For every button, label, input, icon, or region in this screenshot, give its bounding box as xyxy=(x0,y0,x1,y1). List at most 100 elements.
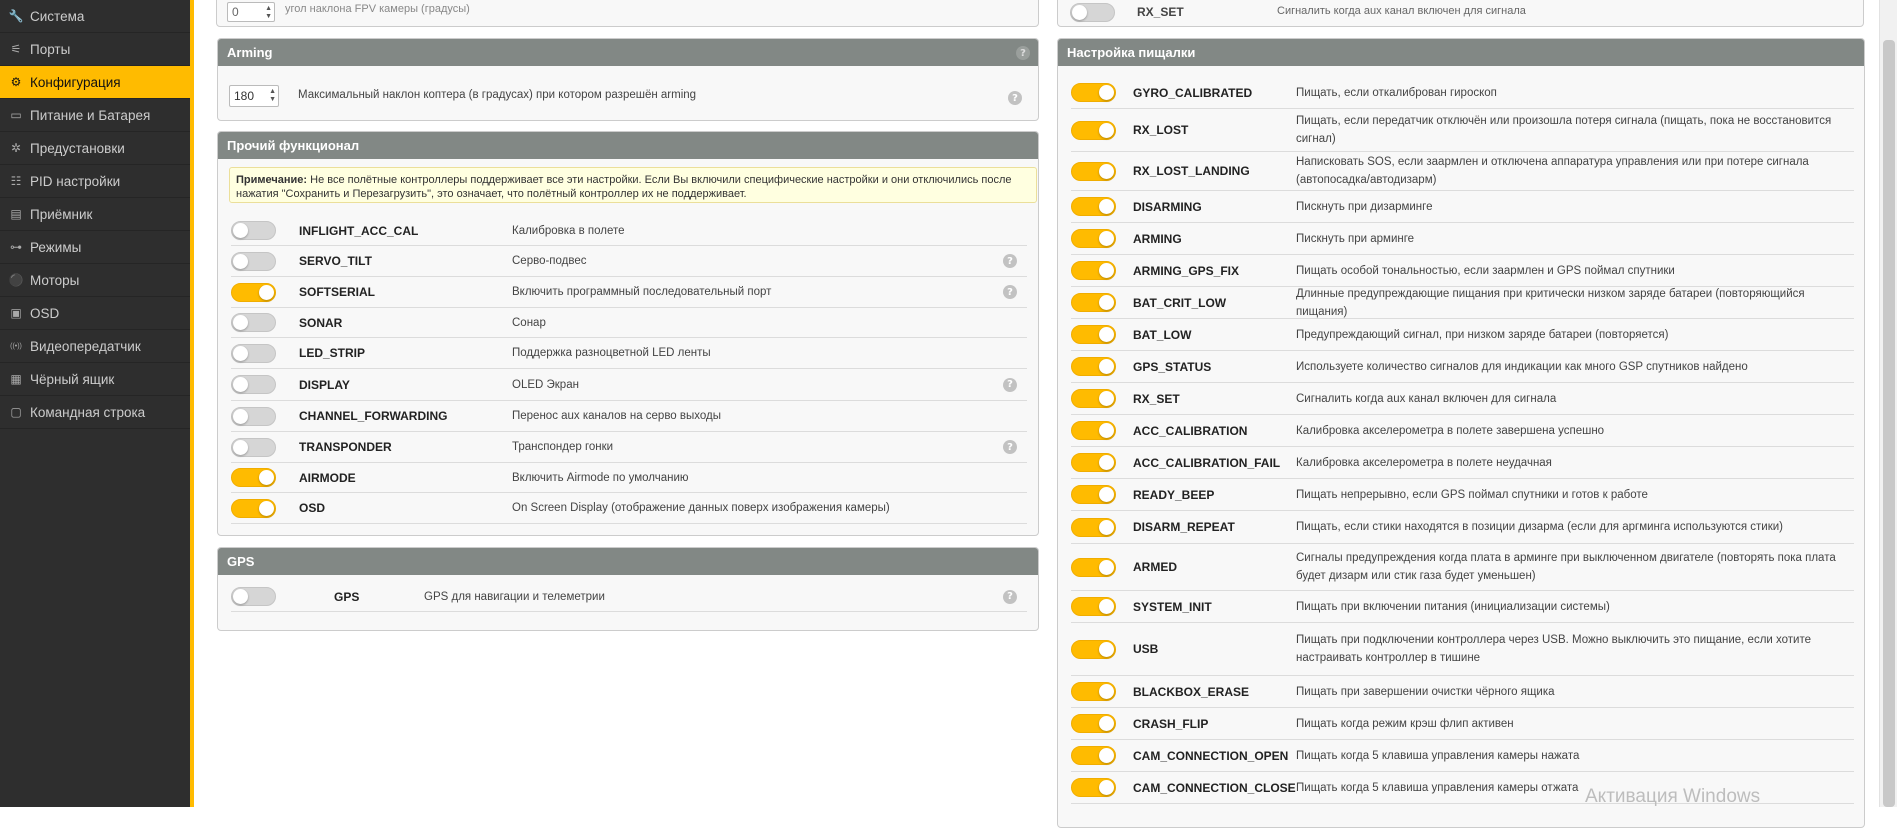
feature-row-led_strip: LED_STRIP Поддержка разноцветной LED лент… xyxy=(231,338,1027,369)
beeper-name: GPS_STATUS xyxy=(1133,359,1212,374)
beeper-toggle-crash_flip[interactable] xyxy=(1071,714,1116,733)
sidebar-item-label: Система xyxy=(30,8,85,24)
feature-toggle-sonar[interactable] xyxy=(231,313,276,332)
gps-name: GPS xyxy=(334,589,360,604)
beeper-name: BAT_CRIT_LOW xyxy=(1133,295,1227,310)
help-icon[interactable]: ? xyxy=(1003,440,1017,454)
sidebar-item-1[interactable]: ⚟ Порты xyxy=(0,33,190,66)
help-icon[interactable]: ? xyxy=(1003,254,1017,268)
feature-desc: Транспондер гонки xyxy=(512,441,614,453)
sidebar-item-2[interactable]: ⚙ Конфигурация xyxy=(0,66,190,99)
sidebar-item-label: Моторы xyxy=(30,272,80,288)
beeper-desc: Пищать непрерывно, если GPS поймал спутн… xyxy=(1296,488,1648,501)
beeper-toggle-cam_connection_open[interactable] xyxy=(1071,746,1116,765)
gps-toggle[interactable] xyxy=(231,587,276,606)
beeper-desc: Предупреждающий сигнал, при низком заряд… xyxy=(1296,328,1669,341)
help-icon[interactable]: ? xyxy=(1016,46,1030,60)
sidebar-item-6[interactable]: ▤ Приёмник xyxy=(0,198,190,231)
beeper-toggle-gps_status[interactable] xyxy=(1071,357,1116,376)
sidebar-item-8[interactable]: ⚫ Моторы xyxy=(0,264,190,297)
beeper-toggle-cam_connection_close[interactable] xyxy=(1071,778,1116,797)
beeper-toggle-rx_set[interactable] xyxy=(1071,389,1116,408)
beeper-toggle-acc_calibration[interactable] xyxy=(1071,421,1116,440)
rxset-cut-desc: Сигналить когда aux канал включен для си… xyxy=(1277,5,1526,17)
feature-name: SOFTSERIAL xyxy=(299,285,376,299)
beeper-row-arming_gps_fix: ARMING_GPS_FIX Пищать особой тональностью… xyxy=(1071,255,1854,287)
note-text: Не все полётные контроллеры поддерживает… xyxy=(236,174,1012,200)
feature-toggle-airmode[interactable] xyxy=(231,468,276,487)
beeper-desc: Сигналы предупреждения когда плата в арм… xyxy=(1296,552,1836,582)
sidebar-item-label: Чёрный ящик xyxy=(30,371,115,387)
page-scrollbar[interactable] xyxy=(1879,0,1897,807)
sidebar-item-12[interactable]: ▢ Командная строка xyxy=(0,396,190,429)
sidebar-item-11[interactable]: ▦ Чёрный ящик xyxy=(0,363,190,396)
feature-toggle-transponder[interactable] xyxy=(231,437,276,457)
beeper-panel: Настройка пищалки GYRO_CALIBRATED Пищать,… xyxy=(1057,38,1865,828)
sidebar-item-10[interactable]: ((•)) Видеопередатчик xyxy=(0,330,190,363)
beeper-toggle-ready_beep[interactable] xyxy=(1071,485,1116,504)
beeper-desc: Калибровка акселерометра в полете заверш… xyxy=(1296,424,1605,437)
beeper-toggle-system_init[interactable] xyxy=(1071,597,1116,616)
beeper-toggle-blackbox_erase[interactable] xyxy=(1071,682,1116,701)
beeper-desc: Пищать когда 5 клавиша управления камеры… xyxy=(1296,749,1580,762)
feature-row-servo_tilt: SERVO_TILT Серво-подвес? xyxy=(231,246,1027,277)
sidebar-item-5[interactable]: ☷ PID настройки xyxy=(0,165,190,198)
beeper-toggle-bat_crit_low[interactable] xyxy=(1071,293,1116,312)
feature-toggle-inflight_acc_cal[interactable] xyxy=(231,221,276,240)
sidebar-item-0[interactable]: 🔧 Система xyxy=(0,0,190,33)
beeper-title: Настройка пищалки xyxy=(1067,45,1196,60)
rxset-cut-toggle[interactable] xyxy=(1070,3,1115,22)
feature-row-sonar: SONAR Сонар xyxy=(231,308,1027,338)
feature-toggle-servo_tilt[interactable] xyxy=(231,251,276,271)
beeper-name: CRASH_FLIP xyxy=(1133,716,1209,731)
beeper-toggle-armed[interactable] xyxy=(1071,557,1116,577)
beeper-row-disarm_repeat: DISARM_REPEAT Пищать, если стики находятс… xyxy=(1071,511,1854,544)
beeper-toggle-rx_lost[interactable] xyxy=(1071,120,1116,140)
feature-toggle-channel_forwarding[interactable] xyxy=(231,406,276,426)
features-title: Прочий функционал xyxy=(227,138,360,153)
beeper-desc: Пищать при завершении очистки чёрного ящ… xyxy=(1296,685,1555,698)
sidebar-item-9[interactable]: ▣ OSD xyxy=(0,297,190,330)
help-icon[interactable]: ? xyxy=(1003,377,1017,392)
beeper-toggle-bat_low[interactable] xyxy=(1071,325,1116,344)
blackbox-icon: ▦ xyxy=(10,372,22,386)
sidebar-item-label: Конфигурация xyxy=(30,74,121,90)
sidebar-item-4[interactable]: ✲ Предустановки xyxy=(0,132,190,165)
help-icon[interactable]: ? xyxy=(1008,91,1022,105)
beeper-desc: Пискнуть при арминге xyxy=(1296,232,1415,245)
features-note: Примечание: Не все полётные контроллеры … xyxy=(229,167,1037,203)
help-icon[interactable]: ? xyxy=(1003,285,1017,299)
feature-toggle-led_strip[interactable] xyxy=(231,343,276,363)
sidebar-item-label: Приёмник xyxy=(30,206,93,222)
gps-panel-header: GPS xyxy=(218,548,1038,575)
beeper-toggle-arming_gps_fix[interactable] xyxy=(1071,261,1116,280)
feature-desc: Включить программный последовательный по… xyxy=(512,286,772,298)
feature-toggle-osd[interactable] xyxy=(231,498,276,518)
beeper-toggle-rx_lost_landing[interactable] xyxy=(1071,161,1116,181)
beeper-desc: Длинные предупреждающие пищания при крит… xyxy=(1296,287,1805,318)
beeper-toggle-disarm_repeat[interactable] xyxy=(1071,517,1116,537)
beeper-toggle-usb[interactable] xyxy=(1071,639,1116,659)
feature-row-osd: OSD On Screen Display (отображение данных… xyxy=(231,493,1027,524)
beeper-toggle-acc_calibration_fail[interactable] xyxy=(1071,453,1116,472)
help-icon[interactable]: ? xyxy=(1003,589,1017,604)
scrollbar-thumb[interactable] xyxy=(1883,40,1895,807)
arming-panel-header: Arming ? xyxy=(218,39,1038,66)
fpv-angle-input[interactable]: 0 ▲ ▼ xyxy=(227,2,275,22)
beeper-row-rx_lost_landing: RX_LOST_LANDING Написковать SOS, если заа… xyxy=(1071,152,1854,191)
beeper-name: USB xyxy=(1133,642,1159,656)
sidebar-item-3[interactable]: ▭ Питание и Батарея xyxy=(0,99,190,132)
beeper-name: READY_BEEP xyxy=(1133,487,1215,502)
beeper-toggle-gyro_calibrated[interactable] xyxy=(1071,83,1116,102)
rxset-cut-name: RX_SET xyxy=(1137,5,1184,19)
feature-toggle-softserial[interactable] xyxy=(231,282,276,302)
sidebar-item-7[interactable]: ⊶ Режимы xyxy=(0,231,190,264)
fpv-angle-row: 0 ▲ ▼ угол наклона FPV камеры (градусы) xyxy=(216,0,1039,27)
beeper-desc: Сигналить когда aux канал включен для си… xyxy=(1296,392,1557,405)
feature-toggle-display[interactable] xyxy=(231,375,276,394)
feature-desc: Калибровка в полете xyxy=(512,224,625,237)
feature-row-inflight_acc_cal: INFLIGHT_ACC_CAL Калибровка в полете xyxy=(231,216,1027,246)
beeper-toggle-arming[interactable] xyxy=(1071,229,1116,248)
beeper-toggle-disarming[interactable] xyxy=(1071,197,1116,216)
arming-angle-input[interactable]: 180 ▲ ▼ xyxy=(229,85,279,107)
